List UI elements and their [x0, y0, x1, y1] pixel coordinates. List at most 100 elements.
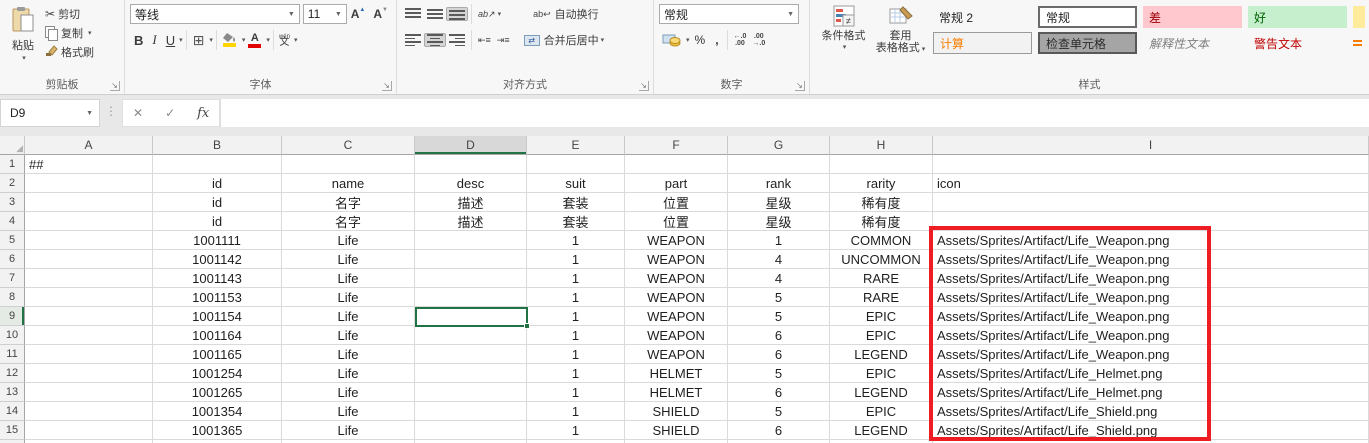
cell-E14[interactable]: 1 [527, 402, 625, 421]
cell-B15[interactable]: 1001365 [153, 421, 282, 440]
cell-G5[interactable]: 1 [728, 231, 830, 250]
cell-I13[interactable]: Assets/Sprites/Artifact/Life_Helmet.png [933, 383, 1369, 402]
cell-B1[interactable] [153, 155, 282, 174]
cell-I6[interactable]: Assets/Sprites/Artifact/Life_Weapon.png [933, 250, 1369, 269]
cell-D11[interactable] [415, 345, 527, 364]
column-header-H[interactable]: H [830, 136, 933, 155]
cell-E10[interactable]: 1 [527, 326, 625, 345]
row-header-3[interactable]: 3 [0, 193, 25, 212]
cell-I9[interactable]: Assets/Sprites/Artifact/Life_Weapon.png [933, 307, 1369, 326]
cell-I11[interactable]: Assets/Sprites/Artifact/Life_Weapon.png [933, 345, 1369, 364]
row-header-7[interactable]: 7 [0, 269, 25, 288]
number-format-select[interactable]: 常规 ▼ [659, 4, 799, 24]
cell-D15[interactable] [415, 421, 527, 440]
cell-B8[interactable]: 1001153 [153, 288, 282, 307]
cell-G10[interactable]: 6 [728, 326, 830, 345]
cell-F7[interactable]: WEAPON [625, 269, 728, 288]
cell-F14[interactable]: SHIELD [625, 402, 728, 421]
cell-A13[interactable] [25, 383, 153, 402]
cell-F3[interactable]: 位置 [625, 193, 728, 212]
cell-H14[interactable]: EPIC [830, 402, 933, 421]
row-header-8[interactable]: 8 [0, 288, 25, 307]
cell-A14[interactable] [25, 402, 153, 421]
cell-C3[interactable]: 名字 [282, 193, 415, 212]
row-header-13[interactable]: 13 [0, 383, 25, 402]
cell-C6[interactable]: Life [282, 250, 415, 269]
cell-I5[interactable]: Assets/Sprites/Artifact/Life_Weapon.png [933, 231, 1369, 250]
orientation-button[interactable]: ab↗ ▾ [475, 8, 504, 21]
percent-style-button[interactable]: % [690, 33, 711, 47]
column-header-F[interactable]: F [625, 136, 728, 155]
column-header-G[interactable]: G [728, 136, 830, 155]
cell-A11[interactable] [25, 345, 153, 364]
cell-C10[interactable]: Life [282, 326, 415, 345]
cell-G6[interactable]: 4 [728, 250, 830, 269]
cell-E6[interactable]: 1 [527, 250, 625, 269]
font-color-dropdown-icon[interactable]: ▾ [266, 36, 270, 44]
cell-A1[interactable]: ## [25, 155, 153, 174]
cut-button[interactable]: ✂ 剪切 [45, 6, 94, 22]
font-dialog-launcher-icon[interactable]: ↘ [382, 81, 392, 91]
column-header-C[interactable]: C [282, 136, 415, 155]
cell-H9[interactable]: EPIC [830, 307, 933, 326]
style-chip[interactable]: 常规 [1038, 6, 1137, 28]
decrease-indent-button[interactable]: ⇤≡ [475, 34, 494, 47]
cell-G11[interactable]: 6 [728, 345, 830, 364]
borders-button[interactable]: ⊞ [190, 31, 208, 50]
cell-G15[interactable]: 6 [728, 421, 830, 440]
style-chip-overflow[interactable] [1353, 6, 1365, 28]
cell-D13[interactable] [415, 383, 527, 402]
style-chip[interactable]: 计算 [933, 32, 1032, 54]
shrink-font-button[interactable]: A▼ [369, 7, 392, 21]
underline-dropdown-icon[interactable]: ▾ [179, 36, 183, 44]
cell-A9[interactable] [25, 307, 153, 326]
cell-D1[interactable] [415, 155, 527, 174]
font-name-select[interactable]: 等线 ▼ [130, 4, 300, 24]
cell-D10[interactable] [415, 326, 527, 345]
cell-B4[interactable]: id [153, 212, 282, 231]
cell-E15[interactable]: 1 [527, 421, 625, 440]
cell-C7[interactable]: Life [282, 269, 415, 288]
row-header-10[interactable]: 10 [0, 326, 25, 345]
cell-A6[interactable] [25, 250, 153, 269]
cell-C2[interactable]: name [282, 174, 415, 193]
column-header-A[interactable]: A [25, 136, 153, 155]
wrap-text-button[interactable]: ab↩ 自动换行 [530, 5, 602, 23]
cell-G14[interactable]: 5 [728, 402, 830, 421]
cell-G4[interactable]: 星级 [728, 212, 830, 231]
copy-button[interactable]: 复制 ▾ [45, 25, 94, 41]
enter-button[interactable]: ✓ [165, 106, 175, 120]
row-header-5[interactable]: 5 [0, 231, 25, 250]
conditional-formatting-button[interactable]: ≠ 条件格式 ▾ [815, 4, 872, 77]
cell-C9[interactable]: Life [282, 307, 415, 326]
accounting-format-button[interactable] [659, 32, 684, 48]
row-header-6[interactable]: 6 [0, 250, 25, 269]
cell-E4[interactable]: 套装 [527, 212, 625, 231]
cell-B2[interactable]: id [153, 174, 282, 193]
column-header-E[interactable]: E [527, 136, 625, 155]
cell-H12[interactable]: EPIC [830, 364, 933, 383]
align-center-button[interactable] [424, 33, 446, 47]
cell-G7[interactable]: 4 [728, 269, 830, 288]
style-chip[interactable]: 好 [1248, 6, 1347, 28]
cell-I8[interactable]: Assets/Sprites/Artifact/Life_Weapon.png [933, 288, 1369, 307]
column-header-D[interactable]: D [415, 136, 527, 155]
comma-style-button[interactable]: , [710, 33, 723, 47]
cell-G9[interactable]: 5 [728, 307, 830, 326]
cell-C13[interactable]: Life [282, 383, 415, 402]
bold-button[interactable]: B [130, 33, 147, 48]
borders-dropdown-icon[interactable]: ▾ [209, 36, 213, 44]
cell-G1[interactable] [728, 155, 830, 174]
style-chip[interactable]: 警告文本 [1248, 32, 1347, 54]
cell-E12[interactable]: 1 [527, 364, 625, 383]
increase-indent-button[interactable]: ⇥≡ [494, 34, 513, 47]
cell-F12[interactable]: HELMET [625, 364, 728, 383]
phonetic-button[interactable]: wén 文 [277, 34, 292, 46]
cell-F10[interactable]: WEAPON [625, 326, 728, 345]
increase-decimal-button[interactable]: ←.0 .00 [731, 33, 750, 47]
row-header-9[interactable]: 9 [0, 307, 25, 326]
cell-E2[interactable]: suit [527, 174, 625, 193]
cell-G12[interactable]: 5 [728, 364, 830, 383]
cell-F5[interactable]: WEAPON [625, 231, 728, 250]
cell-F15[interactable]: SHIELD [625, 421, 728, 440]
